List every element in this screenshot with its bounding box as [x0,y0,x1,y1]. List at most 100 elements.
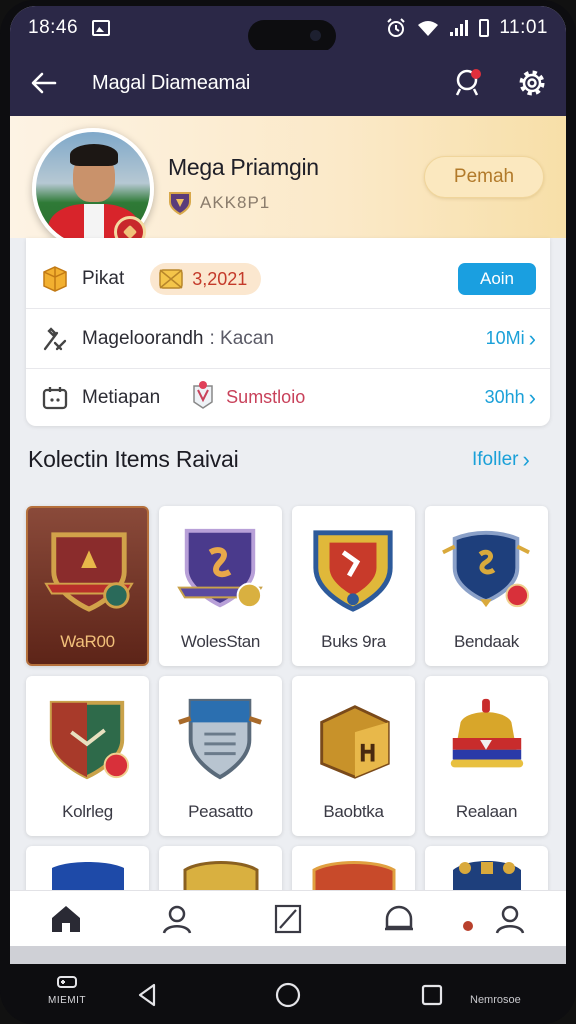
rewards-row[interactable]: Metiapan Sumstloio 30hh › [26,368,550,426]
collection-item-label: WaR00 [60,632,115,651]
collection-item-label: Bendaak [453,632,519,651]
profile-rank-text: AKK8P1 [200,193,271,212]
crest-icon [175,518,265,618]
level-value: 10Mi › [485,325,536,351]
shield-icon [169,192,191,216]
coins-action-button[interactable]: Aoin [458,263,536,295]
coin-balance: 3,2021 [150,263,262,295]
collection-item[interactable] [292,846,415,896]
crest-icon [308,518,398,618]
square-recents-icon [421,984,443,1006]
badge-icon [190,380,216,415]
rewards-tag: Sumstloio [226,387,306,407]
crest-icon [44,520,134,620]
collection-item-label: WolesStan [180,632,261,651]
system-nav-right-label: Nemrosoe [470,994,521,1006]
tools-icon [40,324,70,354]
signal-icon [450,20,469,36]
crest-icon [175,688,265,788]
collection-item[interactable]: WolesStan [159,506,282,666]
nav-edit[interactable] [232,891,343,947]
calendar-icon [40,383,70,413]
status-time: 18:46 [28,17,79,38]
camera-notch [248,20,336,52]
collection-item[interactable]: Buks 9ra [292,506,415,666]
collection-item[interactable]: Realaan [425,676,548,836]
chevron-right-icon: › [528,384,536,410]
crest-icon [308,688,398,788]
profile-name: Mega Priamgin [168,154,319,180]
notification-icon [455,69,481,96]
chevron-right-icon: › [528,325,536,351]
back-button[interactable] [26,65,62,101]
collection-item[interactable]: Bendaak [425,506,548,666]
rewards-label: Metiapan [82,386,161,408]
hat-icon [441,688,531,788]
notification-dot-icon [462,920,473,931]
chevron-right-icon: › [522,447,530,472]
collection-item-label: Peasatto [188,802,253,821]
edit-icon [274,904,302,933]
system-recents-button[interactable] [417,980,447,1010]
phone-frame: 18:46 11:01 Magal Diameamai Mega Priamgi… [0,0,576,1024]
page-title: Magal Diameamai [92,71,251,94]
coin-value: 3,2021 [192,268,248,289]
collection-item[interactable] [26,846,149,896]
nav-profile[interactable] [121,891,232,947]
collection-more-link[interactable]: Ifoller › [472,449,530,471]
level-value-text: 10Mi [485,328,525,348]
collection-item[interactable]: Kolrleg [26,676,149,836]
wifi-icon [418,21,439,36]
crest-icon [42,688,132,788]
collection-item-label: Realaan [455,802,518,821]
level-row[interactable]: Mageloorandh : Kacan 10Mi › [26,308,550,368]
coins-label: Pikat [82,268,125,289]
collection-item[interactable]: Baobtka [292,676,415,836]
collection-item[interactable]: WaR00 [26,506,149,666]
collection-item[interactable] [425,846,548,896]
system-back-button[interactable] [132,980,162,1010]
collection-item-label: Buks 9ra [321,632,386,651]
image-icon [92,20,111,36]
rewards-value-text: 30hh [484,387,525,407]
status-time-right: 11:01 [499,17,548,38]
profile-rank: AKK8P1 [168,190,270,216]
profile-action-button[interactable]: Pemah [424,156,544,198]
profile-icon [162,905,192,934]
system-nav-bar: MIEMIT Nemrosoe [0,964,576,1024]
level-sub: : Kacan [209,327,274,349]
nav-chat[interactable] [344,891,455,947]
account-icon [496,905,525,934]
bottom-shadow [10,946,566,964]
settings-icon [519,70,545,96]
screen: 18:46 11:01 Magal Diameamai Mega Priamgi… [10,6,566,964]
nav-home[interactable] [10,891,121,947]
crest-icon [441,518,531,618]
gem-icon [159,269,183,289]
level-label: Mageloorandh [82,327,204,349]
collection-item[interactable]: Peasatto [159,676,282,836]
app-bar: Magal Diameamai [10,50,566,116]
triangle-back-icon [138,983,156,1007]
coin-box-icon [40,264,70,294]
nav-account[interactable] [455,891,566,947]
settings-button[interactable] [514,65,550,101]
bottom-nav [10,890,566,946]
rewards-value: 30hh › [484,384,536,410]
arrow-left-icon [31,72,57,94]
system-nav-left-label: MIEMIT [48,995,86,1006]
avatar-hair [70,144,118,166]
chat-icon [385,905,414,930]
collection-title: Kolectin Items Raivai [28,446,239,472]
system-nav-left[interactable]: MIEMIT [42,974,92,1006]
collection-item-label: Baobtka [323,802,384,821]
coins-row: Pikat 3,2021 Aoin [26,250,550,308]
collection-item[interactable] [159,846,282,896]
game-icon [57,976,77,988]
system-home-button[interactable] [273,980,303,1010]
profile-header: Mega Priamgin AKK8P1 Pemah [10,116,566,250]
battery-icon [479,19,490,37]
info-card: Pikat 3,2021 Aoin Mageloorandh : Kacan 1… [26,238,550,426]
notification-button[interactable] [450,65,486,101]
circle-home-icon [275,982,301,1008]
